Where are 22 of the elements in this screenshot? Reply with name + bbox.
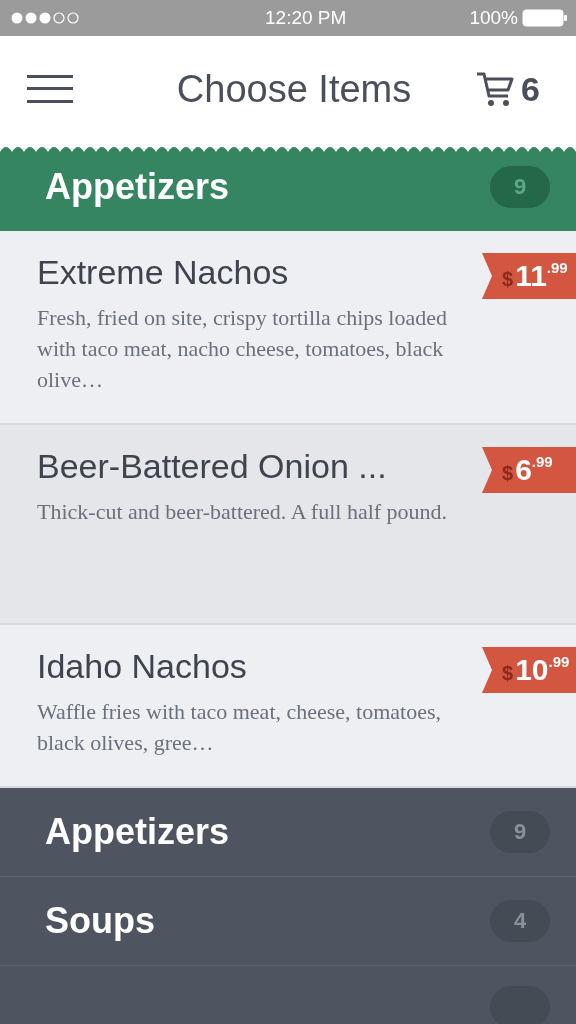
item-name: Idaho Nachos [37,647,248,686]
cart-button[interactable]: 6 [475,69,540,109]
status-time: 12:20 PM [265,7,347,29]
item-name: Beer-Battered Onion ... [37,447,388,486]
menu-icon [27,74,73,104]
page-title: Choose Items [176,67,412,111]
signal-icon [10,11,82,25]
battery-percent: 100% [469,7,518,29]
menu-button[interactable] [27,74,73,104]
item-description: Thick-cut and beer-battered. A full half pound. [37,498,449,526]
battery-icon [522,9,568,27]
category-name: Soups [45,900,155,942]
count-badge: 4 [490,900,550,942]
item-description: Waffle fries with taco meat, cheese, tomatoes, black olives, gree… [37,698,443,757]
category-name: Appetizers [45,811,230,853]
item-description: Fresh, fried on site, crispy tortilla chips loaded with taco meat, nacho cheese, tomatoes, black olive… [37,304,448,394]
category-row[interactable]: Soups 4 [0,877,576,966]
count-badge: 9 [490,165,550,208]
category-row[interactable]: Appetizers 9 [0,788,576,877]
category-title: Appetizers [45,165,230,208]
count-badge: 9 [490,811,550,853]
item-name: Extreme Nachos [37,253,290,292]
